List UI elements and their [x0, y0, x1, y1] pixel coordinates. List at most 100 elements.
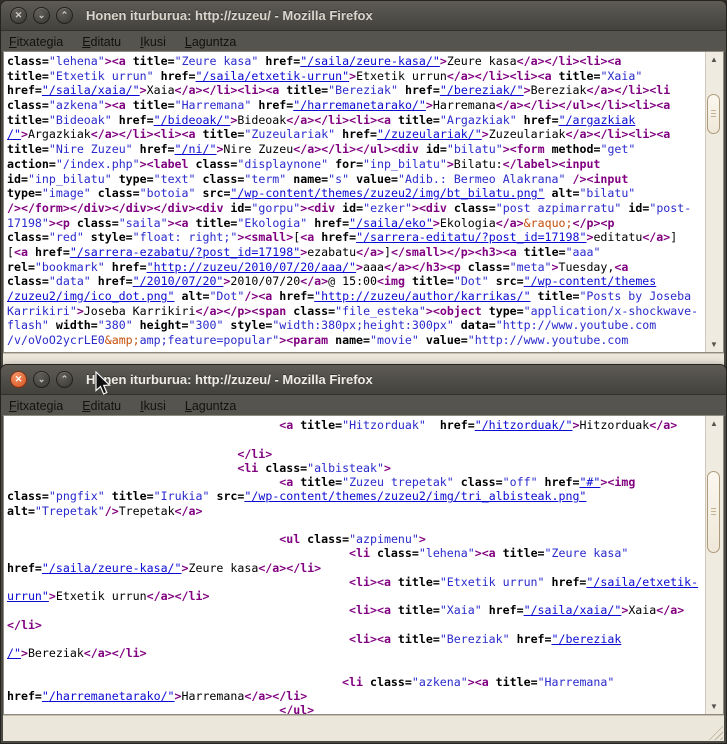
menu-ikusi[interactable]: Ikusi: [140, 399, 166, 413]
menu-laguntza[interactable]: Laguntza: [185, 399, 236, 413]
source-link[interactable]: http://zuzeu/2010/07/20/aaa/": [154, 260, 356, 274]
source-link[interactable]: /zuzeulariak/": [384, 127, 482, 141]
source-link[interactable]: /wp-content/themes: [531, 274, 657, 288]
vertical-scrollbar[interactable]: ▲ ▼: [705, 416, 723, 714]
source-link[interactable]: /saila/xaia/": [531, 603, 622, 617]
maximize-button[interactable]: ⌃: [56, 7, 73, 24]
source-link[interactable]: ": [524, 603, 531, 617]
source-link[interactable]: /saila/zeure-kasa/": [307, 54, 440, 68]
source-link[interactable]: /harremanetarako/": [300, 98, 426, 112]
menu-editatu[interactable]: Editatu: [82, 35, 121, 49]
source-link[interactable]: ": [552, 632, 559, 646]
source-token: float: right;": [140, 230, 238, 244]
source-link[interactable]: ": [42, 83, 49, 97]
source-token: [426, 418, 440, 432]
source-token: >: [265, 447, 272, 461]
vertical-scrollbar[interactable]: ▲ ▼: [705, 52, 723, 352]
source-link[interactable]: /bereziak: [559, 632, 622, 646]
source-token: pngfix": [56, 489, 105, 503]
source-link[interactable]: ": [475, 418, 482, 432]
source-token: </a: [656, 603, 677, 617]
source-link[interactable]: /2010/07/20": [140, 274, 224, 288]
source-token: title=: [7, 142, 49, 156]
thumb-grip: [711, 110, 716, 118]
scroll-up-icon[interactable]: ▲: [706, 53, 722, 66]
source-link[interactable]: /bideoak/": [161, 113, 231, 127]
source-link[interactable]: /wp-content/themes/zuzeu2/img/bt_bilatu.…: [237, 186, 544, 200]
source-token: [175, 289, 182, 303]
source-token: </li: [475, 69, 503, 83]
source-token: azkena": [419, 675, 468, 689]
source-link[interactable]: /harremanetarako/": [49, 689, 175, 703]
source-token: <li: [237, 83, 258, 97]
source-link[interactable]: /ni/": [182, 142, 217, 156]
source-line: </li>: [7, 447, 704, 461]
source-link[interactable]: ": [524, 274, 531, 288]
source-link[interactable]: /bereziak/": [447, 83, 524, 97]
source-link[interactable]: /zuzeu2/img/ico_dot.png": [7, 289, 175, 303]
menu-fitxategia[interactable]: Fitxategia: [9, 399, 63, 413]
source-token: <input: [586, 172, 628, 186]
window-title: Honen iturburua: http://zuzeu/ - Mozilla…: [86, 8, 373, 23]
source-link[interactable]: /": [7, 646, 21, 660]
titlebar[interactable]: ✕ ⌄ ⌃ Honen iturburua: http://zuzeu/ - M…: [1, 365, 726, 395]
source-link[interactable]: /saila/zeure-kasa/": [49, 561, 182, 575]
minimize-button[interactable]: ⌄: [33, 371, 50, 388]
scrollbar-thumb[interactable]: [707, 94, 720, 134]
source-token: Karrikiri": [7, 304, 77, 318]
source-link[interactable]: /hitzorduak/": [482, 418, 573, 432]
source-token: Harremana: [182, 689, 245, 703]
source-token: http://www.youtube.com: [503, 318, 657, 332]
source-token: ": [447, 142, 454, 156]
scroll-down-icon[interactable]: ▼: [706, 700, 722, 713]
scroll-up-icon[interactable]: ▲: [706, 417, 722, 430]
source-link[interactable]: urrun": [7, 589, 49, 603]
close-button[interactable]: ✕: [10, 371, 27, 388]
menu-laguntza[interactable]: Laguntza: [185, 35, 236, 49]
source-line: <ul class="azpimenu">: [7, 532, 704, 546]
scroll-down-icon[interactable]: ▼: [706, 338, 722, 351]
window-controls: ✕ ⌄ ⌃: [10, 371, 73, 388]
menu-ikusi[interactable]: Ikusi: [140, 35, 166, 49]
source-link[interactable]: http://zuzeu/author/karrikas/": [321, 289, 530, 303]
source-link[interactable]: /sarrera-editatu/?post_id=17198": [363, 230, 586, 244]
source-link[interactable]: ": [133, 274, 140, 288]
source-token: [538, 475, 545, 489]
source-link[interactable]: ": [147, 260, 154, 274]
source-link[interactable]: ": [42, 689, 49, 703]
minimize-button[interactable]: ⌄: [33, 7, 50, 24]
source-link[interactable]: ": [42, 561, 49, 575]
scrollbar-thumb[interactable]: [707, 471, 720, 553]
source-link[interactable]: /saila/eko": [356, 216, 433, 230]
source-link[interactable]: /argazkiak: [566, 113, 636, 127]
close-button[interactable]: ✕: [10, 7, 27, 24]
source-token: >: [538, 54, 545, 68]
source-token: href=: [524, 113, 559, 127]
source-link[interactable]: ": [559, 113, 566, 127]
menu-editatu[interactable]: Editatu: [82, 399, 121, 413]
source-link[interactable]: ": [70, 245, 77, 259]
source-token: href=: [517, 632, 552, 646]
source-link[interactable]: /saila/xaia/": [49, 83, 140, 97]
titlebar[interactable]: ✕ ⌄ ⌃ Honen iturburua: http://zuzeu/ - M…: [1, 1, 726, 31]
source-link[interactable]: #": [586, 475, 600, 489]
source-token: <a: [279, 418, 293, 432]
source-link[interactable]: /saila/etxetik-: [593, 575, 698, 589]
source-link[interactable]: ": [175, 142, 182, 156]
source-token: >: [440, 260, 447, 274]
source-token: Tuesday,: [559, 260, 615, 274]
source-token: </a: [286, 113, 307, 127]
maximize-button[interactable]: ⌃: [56, 371, 73, 388]
source-token: >: [35, 618, 42, 632]
source-link[interactable]: ": [377, 127, 384, 141]
menu-fitxategia[interactable]: Fitxategia: [9, 35, 63, 49]
source-link[interactable]: ": [440, 83, 447, 97]
resize-grip[interactable]: [708, 725, 723, 740]
source-link[interactable]: /sarrera-ezabatu/?post_id=17198": [77, 245, 300, 259]
source-line: class="data" href="/2010/07/20">2010/07/…: [7, 274, 704, 289]
source-link[interactable]: /wp-content/themes/zuzeu2/img/tri_albist…: [251, 489, 586, 503]
source-link[interactable]: /saila/etxetik-urrun": [202, 69, 349, 83]
source-token: <a: [503, 245, 517, 259]
source-link[interactable]: ": [154, 113, 161, 127]
source-link[interactable]: /": [7, 127, 21, 141]
